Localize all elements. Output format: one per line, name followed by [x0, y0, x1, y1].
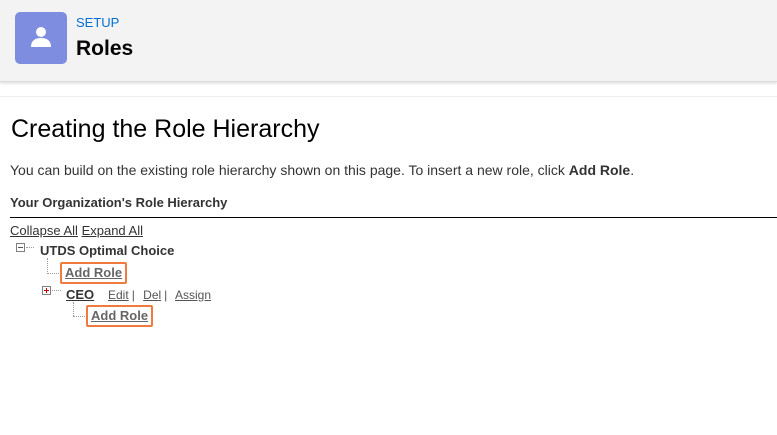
- root-role-label: UTDS Optimal Choice: [40, 243, 175, 258]
- section-divider: [10, 217, 777, 218]
- separator: |: [131, 288, 135, 302]
- ceo-role-link[interactable]: CEO: [66, 287, 94, 303]
- intro-text-end: .: [630, 162, 635, 178]
- tree-connector: [73, 302, 74, 316]
- section-title: Your Organization's Role Hierarchy: [10, 195, 228, 210]
- page-heading: Creating the Role Hierarchy: [11, 115, 320, 143]
- intro-text: You can build on the existing role hiera…: [10, 161, 634, 179]
- assign-link[interactable]: Assign: [175, 288, 211, 302]
- tree-controls: Collapse All Expand All: [10, 223, 143, 239]
- user-icon: [31, 27, 51, 47]
- page-header: SETUP Roles: [0, 0, 777, 82]
- roles-app-icon: [15, 12, 67, 64]
- tree-connector: [52, 290, 61, 291]
- intro-text-main: You can build on the existing role hiera…: [10, 162, 569, 178]
- add-role-link-ceo[interactable]: Add Role: [86, 305, 154, 327]
- collapse-icon[interactable]: [16, 243, 25, 252]
- tree-connector: [73, 316, 85, 317]
- tree-connector: [26, 247, 34, 248]
- tree-connector: [47, 273, 59, 274]
- setup-eyebrow: SETUP: [76, 15, 120, 30]
- expand-all-link[interactable]: Expand All: [82, 223, 143, 238]
- edit-link[interactable]: Edit: [108, 288, 129, 302]
- add-role-link-root[interactable]: Add Role: [60, 262, 128, 284]
- content-divider: [0, 96, 777, 97]
- ceo-actions: Edit | Del | Assign: [108, 287, 211, 303]
- delete-link[interactable]: Del: [143, 288, 161, 302]
- tree-connector: [47, 258, 48, 274]
- intro-add-role-bold: Add Role: [568, 162, 631, 178]
- collapse-all-link[interactable]: Collapse All: [10, 223, 78, 238]
- expand-icon[interactable]: [42, 286, 51, 295]
- separator: |: [164, 288, 168, 302]
- page-title: Roles: [76, 37, 134, 60]
